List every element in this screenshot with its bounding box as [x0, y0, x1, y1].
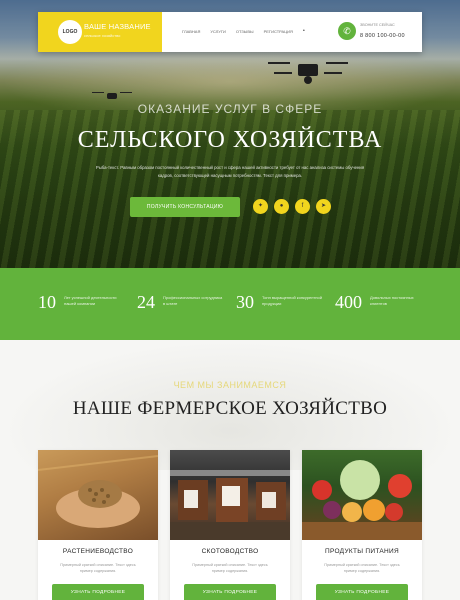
stat-number: 400 — [335, 292, 362, 312]
telegram-icon[interactable]: ➤ — [316, 199, 331, 214]
service-card: СКОТОВОДСТВО Примерный краткий описание.… — [170, 450, 290, 600]
card-title: СКОТОВОДСТВО — [201, 548, 259, 555]
contact-block: ✆ ЗВОНИТЕ СЕЙЧАС 8 800 100-00-00 — [332, 12, 422, 52]
stats-section: 10 Лет успешной деятельности нашей компа… — [0, 268, 460, 340]
card-text: Примерный краткий описание. Текст здесь … — [60, 563, 136, 573]
section-pre-title: ЧЕМ МЫ ЗАНИМАЕМСЯ — [173, 380, 287, 390]
vegetables-basket-image — [302, 450, 422, 540]
stat-number: 30 — [236, 292, 254, 312]
stat-label: Профессиональных сотрудника в штате — [163, 295, 223, 306]
stat-item: 30 Тонн выращенной конкурентной продукци… — [236, 292, 322, 313]
brand-block[interactable]: LOGO ВАШЕ НАЗВАНИЕ сельское хозяйство — [38, 12, 162, 52]
hero-text: Рыба-текст. Равным образом постоянный ко… — [95, 165, 365, 178]
logo[interactable]: LOGO — [58, 20, 82, 44]
card-title: РАСТЕНИЕВОДСТВО — [62, 548, 134, 555]
menu-item-registration[interactable]: РЕГИСТРАЦИЯ — [264, 29, 293, 34]
learn-more-button[interactable]: УЗНАТЬ ПОДРОБНЕЕ — [184, 584, 276, 600]
cows-barn-image — [170, 450, 290, 540]
stat-item: 400 Довольных постоянных клиентов — [335, 292, 414, 313]
card-text: Примерный краткий описание. Текст здесь … — [324, 563, 400, 573]
farm-section: ЧЕМ МЫ ЗАНИМАЕМСЯ НАШЕ ФЕРМЕРСКОЕ ХОЗЯЙС… — [0, 340, 460, 600]
social-links: ✦ ● f ➤ — [253, 199, 331, 214]
brand-title: ВАШЕ НАЗВАНИЕ — [84, 22, 151, 31]
card-text: Примерный краткий описание. Текст здесь … — [192, 563, 268, 573]
phone-icon[interactable]: ✆ — [338, 22, 356, 40]
learn-more-button[interactable]: УЗНАТЬ ПОДРОБНЕЕ — [316, 584, 408, 600]
call-label: ЗВОНИТЕ СЕЙЧАС — [360, 23, 395, 27]
stat-number: 24 — [137, 292, 155, 312]
menu-item-reviews[interactable]: ОТЗЫВЫ — [236, 29, 254, 34]
stat-label: Тонн выращенной конкурентной продукции — [262, 295, 322, 306]
card-title: ПРОДУКТЫ ПИТАНИЯ — [325, 548, 399, 555]
section-title: НАШЕ ФЕРМЕРСКОЕ ХОЗЯЙСТВО — [72, 398, 388, 419]
main-menu: ГЛАВНАЯ УСЛУГИ ОТЗЫВЫ РЕГИСТРАЦИЯ • — [182, 29, 305, 35]
grain-in-hands-image — [38, 450, 158, 540]
vk-icon[interactable]: ✦ — [253, 199, 268, 214]
stat-label: Довольных постоянных клиентов — [370, 295, 414, 306]
get-consultation-button[interactable]: ПОЛУЧИТЬ КОНСУЛЬТАЦИЮ — [130, 197, 240, 217]
drone-large-icon — [268, 58, 348, 86]
hero-title: СЕЛЬСКОГО ХОЗЯЙСТВА — [77, 127, 383, 153]
stat-label: Лет успешной деятельности нашей компании — [64, 295, 117, 306]
stat-item: 10 Лет успешной деятельности нашей компа… — [38, 292, 117, 313]
service-card: РАСТЕНИЕВОДСТВО Примерный краткий описан… — [38, 450, 158, 600]
brand-subtitle: сельское хозяйство — [84, 33, 121, 38]
top-navbar: LOGO ВАШЕ НАЗВАНИЕ сельское хозяйство ГЛ… — [38, 12, 422, 52]
stat-number: 10 — [38, 292, 56, 312]
facebook-icon[interactable]: f — [295, 199, 310, 214]
odnoklassniki-icon[interactable]: ● — [274, 199, 289, 214]
learn-more-button[interactable]: УЗНАТЬ ПОДРОБНЕЕ — [52, 584, 144, 600]
hero-pre-title: ОКАЗАНИЕ УСЛУГ В СФЕРЕ — [137, 102, 323, 116]
service-card: ПРОДУКТЫ ПИТАНИЯ Примерный краткий описа… — [302, 450, 422, 600]
stat-item: 24 Профессиональных сотрудника в штате — [137, 292, 222, 313]
menu-item-home[interactable]: ГЛАВНАЯ — [182, 29, 200, 34]
menu-item-services[interactable]: УСЛУГИ — [210, 29, 226, 34]
menu-more-icon[interactable]: • — [303, 29, 305, 34]
phone-number[interactable]: 8 800 100-00-00 — [360, 33, 405, 39]
